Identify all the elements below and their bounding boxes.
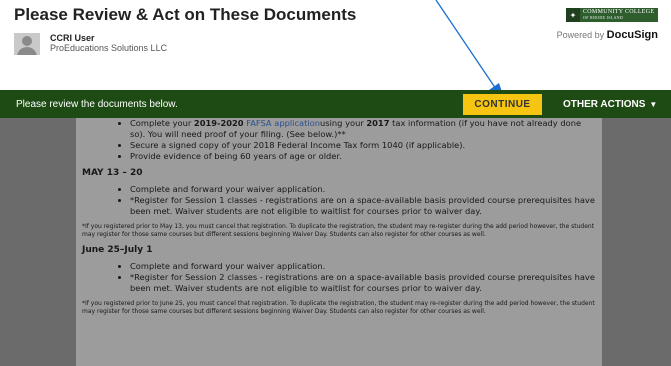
other-actions-label: OTHER ACTIONS [563,99,646,110]
list-item: Complete your 2019-2020 FAFSA applicatio… [130,118,598,140]
continue-button[interactable]: CONTINUE [463,94,542,115]
ccri-logo: ✦ COMMUNITY COLLEGE OF RHODE ISLAND [566,8,658,22]
review-message: Please review the documents below. [16,99,178,110]
user-avatar-icon [14,33,40,55]
section-heading: MAY 13 – 20 [82,168,143,178]
powered-by-docusign: Powered by DocuSign [557,29,658,41]
section-heading: June 25–July 1 [82,245,153,255]
other-actions-menu[interactable]: OTHER ACTIONS ▼ [563,99,657,110]
docusign-brand: DocuSign [606,29,658,41]
fafsa-link[interactable]: FAFSA application [246,118,320,128]
list-item: Secure a signed copy of your 2018 Federa… [130,140,598,151]
document-page[interactable]: Complete your 2019-2020 FAFSA applicatio… [76,118,602,366]
list-item: Complete and forward your waiver applica… [130,261,598,272]
section-1-list: Complete and forward your waiver applica… [82,184,598,217]
list-item: Complete and forward your waiver applica… [130,184,598,195]
logo-line-2: OF RHODE ISLAND [583,15,624,20]
list-item: Provide evidence of being 60 years of ag… [130,151,598,162]
sender-organization: ProEducations Solutions LLC [50,43,168,53]
section-note: *If you registered prior to June 25, you… [82,300,595,315]
list-item: *Register for Session 1 classes - regist… [130,195,598,217]
sender-name: CCRI User [50,33,95,43]
caret-down-icon: ▼ [649,100,658,109]
list-item: *Register for Session 2 classes - regist… [130,272,598,294]
section-note: *If you registered prior to May 13, you … [82,223,595,238]
logo-mark-icon: ✦ [566,8,580,22]
section-2-list: Complete and forward your waiver applica… [82,261,598,294]
requirements-list: Complete your 2019-2020 FAFSA applicatio… [82,118,598,162]
page-title: Please Review & Act on These Documents [14,5,357,24]
powered-by-text: Powered by [556,30,605,40]
page-header: Please Review & Act on These Documents C… [0,0,671,90]
